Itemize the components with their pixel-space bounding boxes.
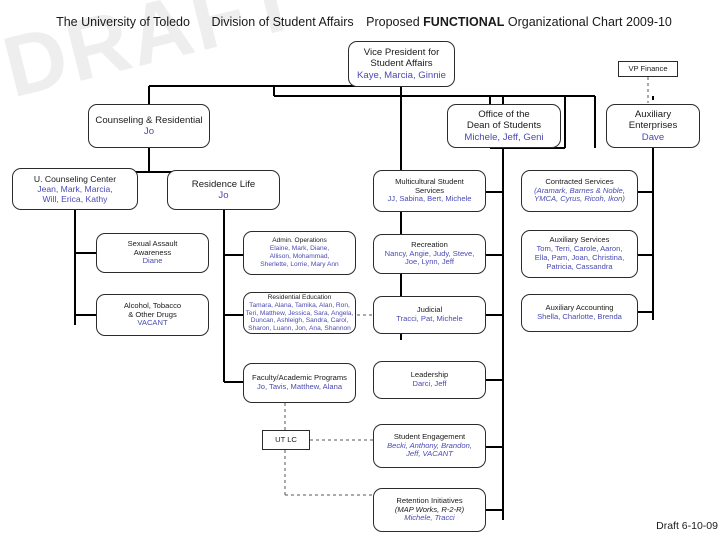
node-people: Dave (641, 131, 665, 143)
node-title: Residence Life (191, 178, 256, 190)
node-people: Michele, Tracci (404, 513, 455, 523)
title-institution: The University of Toledo (56, 15, 190, 29)
node-people-line1: Tamara, Alana, Tamika, Alan, Ron, (249, 301, 350, 309)
node-auxiliary-services[interactable]: Auxiliary Services Tom, Terri, Carole, A… (521, 230, 638, 278)
node-alcohol-tobacco-other-drugs[interactable]: Alcohol, Tobacco & Other Drugs VACANT (96, 294, 209, 336)
title-suffix: Organizational Chart 2009-10 (507, 15, 672, 29)
node-residential-education[interactable]: Residential Education Tamara, Alana, Tam… (243, 292, 356, 334)
node-people: Kaye, Marcia, Ginnie (356, 69, 447, 81)
node-retention-initiatives[interactable]: Retention Initiatives (MAP Works, R-2-R)… (373, 488, 486, 532)
node-people: Jo (143, 126, 155, 137)
node-ut-lc[interactable]: UT LC (262, 430, 310, 450)
node-multicultural-student-services[interactable]: Multicultural Student Services JJ, Sabin… (373, 170, 486, 212)
node-title: Admin. Operations (272, 237, 327, 245)
node-judicial[interactable]: Judicial Tracci, Pat, Michele (373, 296, 486, 334)
node-title: VP Finance (628, 63, 668, 73)
node-people-line2: YMCA, Cyrus, Ricoh, Ikon) (534, 194, 625, 204)
node-office-of-the-dean-of-students[interactable]: Office of the Dean of Students Michele, … (447, 104, 561, 148)
node-vp-finance[interactable]: VP Finance (618, 61, 678, 77)
page-title: The University of Toledo Division of Stu… (0, 15, 728, 29)
node-people-line1: Elaine, Mark, Diane, (269, 245, 330, 253)
node-contracted-services[interactable]: Contracted Services (Aramark, Barnes & N… (521, 170, 638, 212)
node-people: JJ, Sabina, Bert, Michele (387, 194, 472, 204)
title-emphasis: FUNCTIONAL (423, 15, 505, 29)
node-u-counseling-center[interactable]: U. Counseling Center Jean, Mark, Marcia,… (12, 168, 138, 210)
node-people-line4: Sharon, Luann, Jon, Ana, Shannon (248, 325, 351, 333)
node-recreation[interactable]: Recreation Nancy, Angie, Judy, Steve, Jo… (373, 234, 486, 274)
title-division: Division of Student Affairs (211, 15, 354, 29)
draft-date-footer: Draft 6-10-09 (656, 520, 718, 532)
node-title-line1: Office of the (478, 109, 530, 121)
node-title-line1: Auxiliary (634, 109, 672, 121)
node-vice-president-student-affairs[interactable]: Vice President for Student Affairs Kaye,… (348, 41, 455, 87)
node-title: UT LC (275, 434, 297, 444)
node-admin-operations[interactable]: Admin. Operations Elaine, Mark, Diane, A… (243, 231, 356, 275)
node-leadership[interactable]: Leadership Darci, Jeff (373, 361, 486, 399)
node-counseling-and-residential[interactable]: Counseling & Residential Jo (88, 104, 210, 148)
node-people: Michele, Jeff, Geni (464, 131, 544, 143)
node-auxiliary-enterprises[interactable]: Auxiliary Enterprises Dave (606, 104, 700, 148)
node-sexual-assault-awareness[interactable]: Sexual Assault Awareness Diane (96, 233, 209, 273)
node-title: Counseling & Residential (95, 114, 203, 126)
node-people: Shella, Charlotte, Brenda (537, 312, 622, 321)
node-people: Jo, Tavis, Matthew, Alana (256, 382, 343, 391)
node-people: Jo (218, 190, 229, 201)
node-title-line2: Dean of Students (466, 120, 542, 132)
node-people-line2: Jeff, VACANT (406, 449, 453, 459)
node-people-line2: Teri, Matthew, Jessica, Sara, Angela, (245, 309, 354, 317)
node-people-line1: Jean, Mark, Marcia, (37, 183, 113, 194)
node-people-line3: Sherlette, Lorrie, Mary Ann (260, 260, 339, 268)
node-auxiliary-accounting[interactable]: Auxiliary Accounting Shella, Charlotte, … (521, 294, 638, 332)
title-proposed: Proposed (366, 15, 420, 29)
node-title-line2: Enterprises (628, 120, 678, 132)
node-people-line3: Patricia, Cassandra (546, 261, 613, 271)
node-people: Darci, Jeff (412, 379, 447, 388)
node-student-engagement[interactable]: Student Engagement Becki, Anthony, Brand… (373, 424, 486, 468)
node-people: Diane (142, 256, 163, 266)
org-chart-canvas: DRAFT The University of Toledo Division … (0, 0, 728, 546)
node-title-line2: Student Affairs (370, 58, 433, 70)
node-people-line2: Allison, Mohammad, (269, 253, 330, 260)
node-title-line1: Vice President for (363, 47, 440, 59)
node-residence-life[interactable]: Residence Life Jo (167, 170, 280, 210)
node-title: Residential Education (267, 294, 332, 301)
node-title: U. Counseling Center (33, 173, 117, 184)
node-people-line3: Duncan, Ashleigh, Sandra, Carol, (250, 317, 349, 325)
node-faculty-academic-programs[interactable]: Faculty/Academic Programs Jo, Tavis, Mat… (243, 363, 356, 403)
node-people-line2: Joe, Lynn, Jeff (405, 257, 454, 267)
node-people-line2: Will, Erica, Kathy (42, 194, 108, 205)
node-people: VACANT (137, 318, 168, 328)
node-people: Tracci, Pat, Michele (396, 314, 463, 323)
